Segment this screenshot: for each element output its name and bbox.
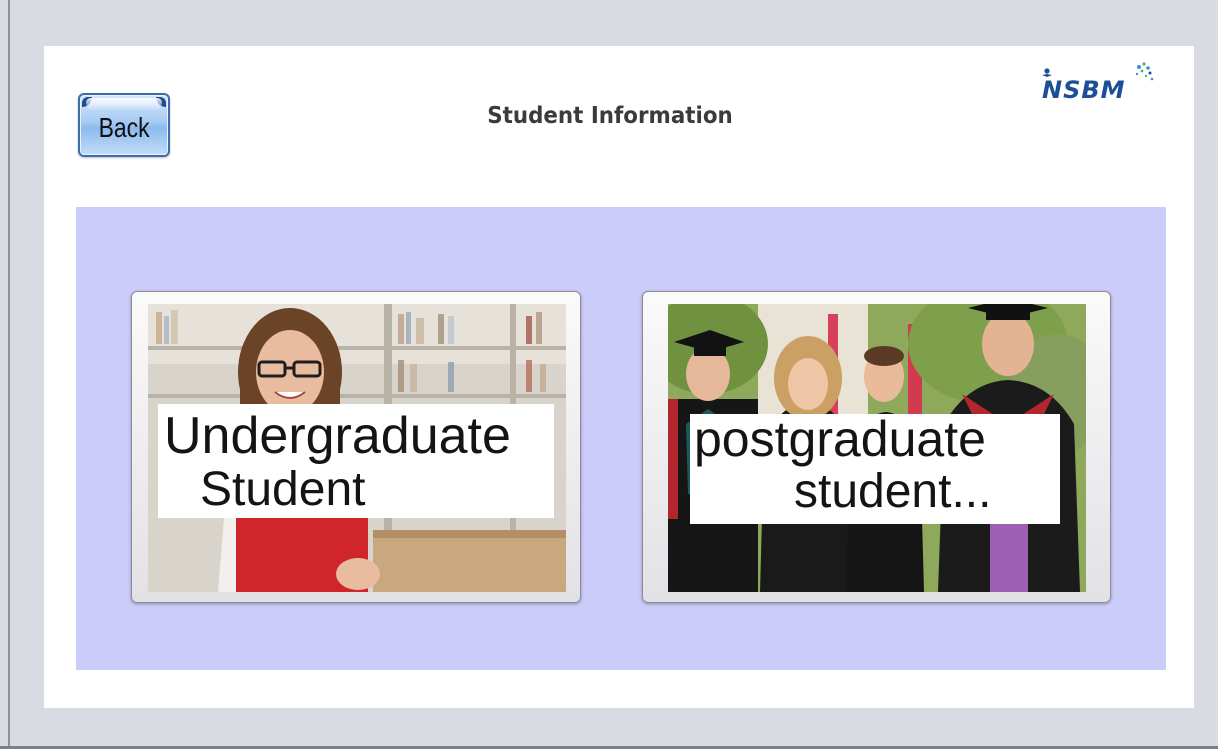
undergraduate-photo: Undergraduate Student [148, 304, 566, 592]
window-left-edge [8, 0, 10, 749]
nsbm-logo: NSBM [1038, 58, 1158, 108]
postgraduate-caption-line2: student... [794, 465, 992, 518]
back-button[interactable]: Back [78, 93, 170, 157]
undergraduate-caption-line2: Student [200, 463, 366, 516]
postgraduate-caption-line1: postgraduate [694, 411, 986, 467]
back-button-label: Back [98, 112, 150, 143]
page-title: Student Information [487, 103, 733, 129]
postgraduate-tile[interactable]: postgraduate student... [642, 291, 1111, 603]
undergraduate-caption-line1: Undergraduate [164, 407, 511, 465]
undergraduate-tile[interactable]: Undergraduate Student [131, 291, 581, 603]
logo-text: NSBM [1042, 76, 1126, 104]
button-shine [86, 98, 162, 110]
postgraduate-photo: postgraduate student... [668, 304, 1086, 592]
